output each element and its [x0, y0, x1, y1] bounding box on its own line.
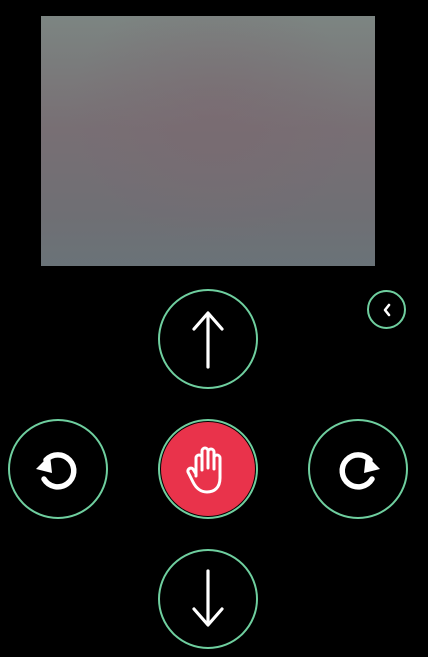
- camera-feed: [41, 16, 375, 266]
- move-backward-button[interactable]: [158, 549, 258, 649]
- stop-button[interactable]: [158, 419, 258, 519]
- arrow-down-icon: [192, 569, 224, 627]
- rotate-left-icon: [36, 452, 77, 490]
- rotate-right-icon: [339, 452, 380, 490]
- collapse-panel-button[interactable]: [367, 290, 406, 329]
- rotate-left-button[interactable]: [8, 419, 108, 519]
- chevron-left-icon: [383, 303, 390, 316]
- move-forward-button[interactable]: [158, 289, 258, 389]
- hand-stop-icon: [186, 446, 222, 494]
- rotate-right-button[interactable]: [308, 419, 408, 519]
- arrow-up-icon: [192, 311, 224, 369]
- stop-button-fill: [161, 422, 255, 516]
